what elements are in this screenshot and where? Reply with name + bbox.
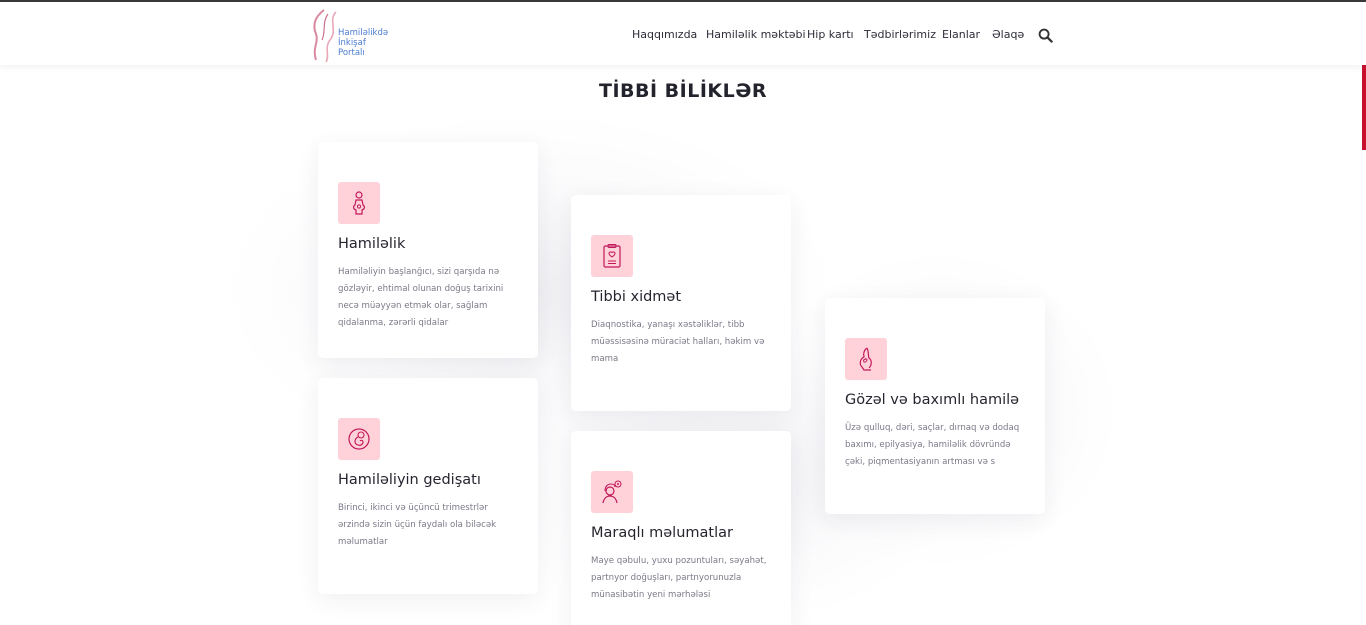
pregnant-belly-icon [845,338,887,380]
section-title: TİBBİ BİLİKLƏR [599,80,767,102]
logo-text: Hamiləlikdə İnkişaf Portalı [338,28,388,58]
card-title: Hamiləliyin gedişatı [338,472,481,488]
logo-line-3: Portalı [338,48,365,58]
nav-events[interactable]: Tədbirlərimiz [864,28,936,41]
card-description: Hamiləliyin başlanğıcı, sizi qarşıda nə … [338,267,504,328]
card-beauty-care[interactable]: Gözəl və baxımlı hamilə Üzə qulluq, dəri… [825,298,1045,514]
card-title: Maraqlı məlumatlar [591,525,733,541]
search-icon[interactable] [1038,28,1053,43]
card-description: Diaqnostika, yanaşı xəstəliklər, tibb mü… [591,320,765,364]
card-pregnancy[interactable]: Hamiləlik Hamiləliyin başlanğıcı, sizi q… [318,142,538,358]
nav-announcements[interactable]: Elanlar [942,28,980,41]
logo-line-1: Hamiləlikdə [338,28,389,38]
card-pregnancy-progress[interactable]: Hamiləliyin gedişatı Birinci, ikinci və … [318,378,538,594]
card-description: Üzə qulluq, dəri, saçlar, dırnaq və doda… [845,423,1020,467]
card-medical-service[interactable]: Tibbi xidmət Diaqnostika, yanaşı xəstəli… [571,195,791,411]
site-logo[interactable]: Hamiləlikdə İnkişaf Portalı [308,8,398,64]
pregnant-woman-icon [338,182,380,224]
woman-thinking-icon [591,471,633,513]
nav-hip-card[interactable]: Hip kartı [807,28,854,41]
card-description: Maye qəbulu, yuxu pozuntuları, səyahət, … [591,556,767,600]
medical-clipboard-icon [591,235,633,277]
nav-pregnancy-school[interactable]: Hamiləlik məktəbi [706,28,806,41]
card-description: Birinci, ikinci və üçüncü trimestrlər ər… [338,503,497,547]
card-interesting-info[interactable]: Maraqlı məlumatlar Maye qəbulu, yuxu poz… [571,431,791,625]
fetus-icon [338,418,380,460]
scrollbar-thumb[interactable] [1362,60,1366,150]
card-title: Tibbi xidmət [591,289,682,305]
nav-about[interactable]: Haqqımızda [632,28,697,41]
logo-line-2: İnkişaf [338,38,366,48]
nav-contact[interactable]: Əlaqə [992,28,1024,41]
card-title: Hamiləlik [338,236,406,252]
card-title: Gözəl və baxımlı hamilə [845,392,1020,408]
site-header: Hamiləlikdə İnkişaf Portalı Haqqımızda H… [0,2,1366,65]
